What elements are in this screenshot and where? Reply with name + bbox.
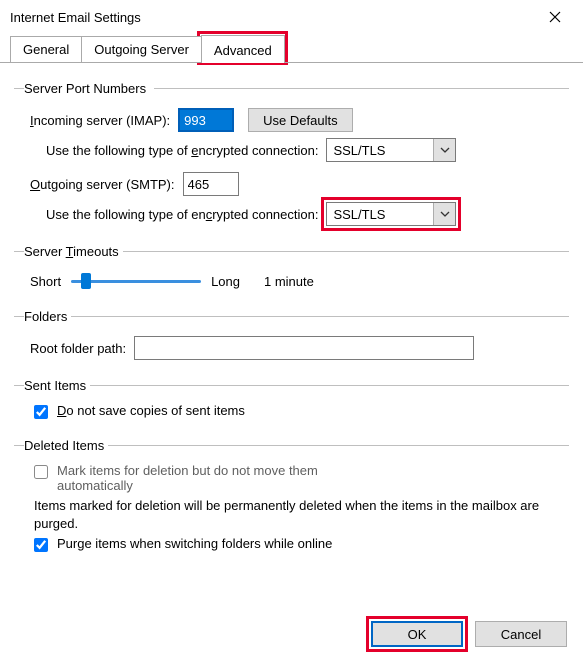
close-icon: [549, 11, 561, 23]
group-server-timeouts: Server Timeouts Short Long 1 minute: [14, 244, 569, 301]
mark-for-deletion-checkbox[interactable]: [34, 465, 48, 479]
group-server-port-numbers: Server Port Numbers Incoming server (IMA…: [14, 81, 569, 236]
group-label-folders: Folders: [24, 309, 71, 324]
use-defaults-button[interactable]: Use Defaults: [248, 108, 352, 132]
root-folder-label: Root folder path:: [30, 341, 126, 356]
incoming-encryption-select[interactable]: SSL/TLS: [326, 138, 456, 162]
outgoing-encryption-label: Use the following type of encrypted conn…: [46, 207, 318, 222]
purge-checkbox[interactable]: [34, 538, 48, 552]
group-deleted-items: Deleted Items Mark items for deletion bu…: [14, 438, 569, 563]
group-label-deleted: Deleted Items: [24, 438, 108, 453]
do-not-save-label: Do not save copies of sent items: [57, 403, 245, 418]
group-label-ports: Server Port Numbers: [24, 81, 154, 96]
outgoing-encryption-value: SSL/TLS: [333, 207, 385, 222]
do-not-save-checkbox[interactable]: [34, 405, 48, 419]
dialog-footer: OK Cancel: [371, 621, 567, 647]
group-folders: Folders Root folder path:: [14, 309, 569, 370]
mark-for-deletion-label: Mark items for deletion but do not move …: [57, 463, 318, 493]
purge-label: Purge items when switching folders while…: [57, 536, 332, 551]
incoming-port-input[interactable]: [178, 108, 234, 132]
outgoing-encryption-select[interactable]: SSL/TLS: [326, 202, 456, 226]
root-folder-input[interactable]: [134, 336, 474, 360]
group-label-sent: Sent Items: [24, 378, 90, 393]
slider-thumb-icon: [81, 273, 91, 289]
cancel-button[interactable]: Cancel: [475, 621, 567, 647]
timeout-short-label: Short: [30, 274, 61, 289]
tab-advanced[interactable]: Advanced: [201, 35, 285, 63]
group-sent-items: Sent Items Do not save copies of sent it…: [14, 378, 569, 430]
outgoing-port-input[interactable]: [183, 172, 239, 196]
close-button[interactable]: [537, 4, 573, 30]
chevron-down-icon: [433, 203, 455, 225]
timeout-slider[interactable]: [71, 271, 201, 291]
tab-page-advanced: Server Port Numbers Incoming server (IMA…: [0, 62, 583, 577]
incoming-encryption-label: Use the following type of encrypted conn…: [46, 143, 318, 158]
incoming-server-label: Incoming server (IMAP):: [30, 113, 170, 128]
tab-general[interactable]: General: [10, 36, 82, 62]
window-title: Internet Email Settings: [10, 10, 141, 25]
tab-strip: General Outgoing Server Advanced: [0, 32, 583, 62]
incoming-encryption-value: SSL/TLS: [333, 143, 385, 158]
outgoing-server-label: Outgoing server (SMTP):: [30, 177, 175, 192]
chevron-down-icon: [433, 139, 455, 161]
timeout-long-label: Long: [211, 274, 240, 289]
tab-outgoing-server[interactable]: Outgoing Server: [81, 36, 202, 62]
group-label-timeouts: Server Timeouts: [24, 244, 123, 259]
titlebar: Internet Email Settings: [0, 0, 583, 32]
ok-button[interactable]: OK: [371, 621, 463, 647]
timeout-value: 1 minute: [264, 274, 314, 289]
deletion-note: Items marked for deletion will be perman…: [34, 497, 569, 532]
